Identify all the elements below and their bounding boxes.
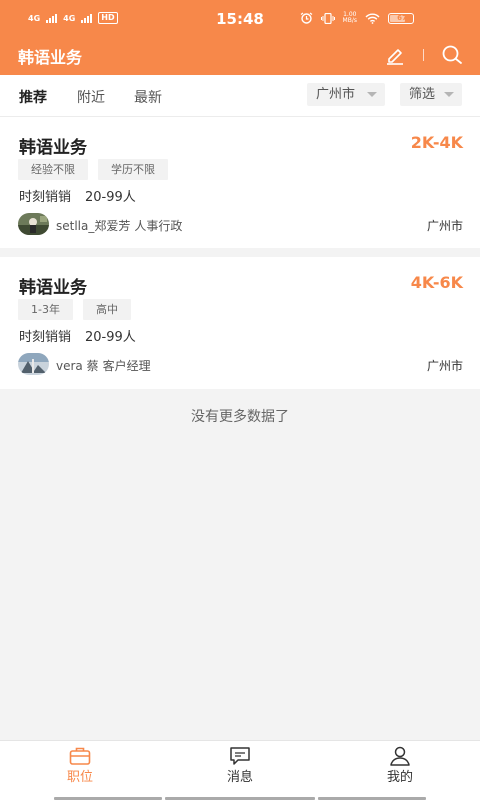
message-icon: [230, 747, 250, 765]
search-icon: [442, 45, 462, 64]
battery-level: 67: [397, 13, 407, 22]
job-tags: 经验不限 学历不限: [18, 159, 168, 180]
vibrate-icon: [320, 12, 335, 24]
recruiter-role: 人事行政: [134, 219, 183, 233]
company-info: 时刻销销 20-99人: [19, 186, 150, 205]
wifi-icon: [365, 13, 380, 24]
page-title: 韩语业务: [18, 48, 83, 67]
job-city: 广州市: [426, 359, 463, 373]
chevron-down-icon: [367, 92, 377, 97]
status-bar: 4G 4G HD 15:48 1.00 MB/s 67: [0, 0, 480, 36]
job-city: 广州市: [426, 219, 463, 233]
company-size: 20-99人: [85, 190, 136, 205]
job-tag: 1-3年: [18, 299, 73, 320]
job-salary: 2K-4K: [410, 133, 463, 152]
recruiter-info: vera 蔡客户经理: [56, 357, 155, 374]
job-tag: 学历不限: [98, 159, 168, 180]
filter-dropdown-label: 筛选: [409, 87, 436, 102]
briefcase-icon: [69, 747, 91, 765]
search-button[interactable]: [440, 43, 464, 67]
battery-icon: 67: [388, 12, 414, 24]
company-name: 时刻销销: [19, 190, 72, 205]
header-divider: [423, 49, 424, 61]
recruiter-info: setlla_郑爱芳 人事行政: [56, 217, 186, 234]
tab-recommend[interactable]: 推荐: [19, 87, 47, 107]
tab-messages-label: 消息: [226, 770, 253, 785]
tab-nearby[interactable]: 附近: [77, 87, 105, 107]
bottom-tab-bar: 职位 消息 我的: [0, 740, 480, 800]
company-info: 时刻销销 20-99人: [19, 326, 150, 345]
job-card[interactable]: 韩语业务 4K-6K 1-3年 高中 时刻销销 20-99人 vera 蔡客户经理…: [0, 257, 480, 389]
city-dropdown-label: 广州市: [316, 87, 356, 102]
job-title: 韩语业务: [19, 138, 87, 158]
job-title: 韩语业务: [19, 278, 87, 298]
tab-jobs-label: 职位: [66, 770, 93, 785]
recruiter-role: 客户经理: [102, 359, 151, 373]
alarm-icon: [300, 12, 312, 24]
chevron-down-icon: [444, 92, 454, 97]
job-salary: 4K-6K: [410, 273, 463, 292]
profile-icon: [390, 746, 410, 766]
job-tag: 经验不限: [18, 159, 88, 180]
edit-icon: [387, 49, 403, 65]
tab-profile[interactable]: 我的: [320, 741, 480, 800]
app-header: 4G 4G HD 15:48 1.00 MB/s 67 韩语业务: [0, 0, 480, 75]
tab-jobs[interactable]: 职位: [0, 741, 160, 800]
recruiter-name: setlla_郑爱芳: [56, 219, 131, 233]
recruiter-name: vera 蔡: [56, 359, 99, 373]
company-name: 时刻销销: [19, 330, 72, 345]
tab-messages[interactable]: 消息: [160, 741, 320, 800]
edit-button[interactable]: [384, 44, 406, 66]
tab-latest[interactable]: 最新: [134, 87, 162, 107]
company-size: 20-99人: [85, 330, 136, 345]
city-dropdown[interactable]: 广州市: [307, 83, 385, 106]
job-card[interactable]: 韩语业务 2K-4K 经验不限 学历不限 时刻销销 20-99人 setlla_郑…: [0, 117, 480, 248]
net-speed: 1.00 MB/s: [342, 11, 357, 24]
no-more-data-text: 没有更多数据了: [191, 409, 289, 425]
job-tag: 高中: [82, 299, 131, 320]
avatar: [18, 213, 49, 235]
avatar: [18, 353, 49, 375]
status-right: 1.00 MB/s 67: [300, 12, 414, 24]
tab-profile-label: 我的: [386, 770, 413, 785]
job-tags: 1-3年 高中: [18, 299, 131, 320]
filter-bar: 推荐 附近 最新 广州市 筛选: [0, 75, 480, 117]
filter-dropdown[interactable]: 筛选: [400, 83, 462, 106]
